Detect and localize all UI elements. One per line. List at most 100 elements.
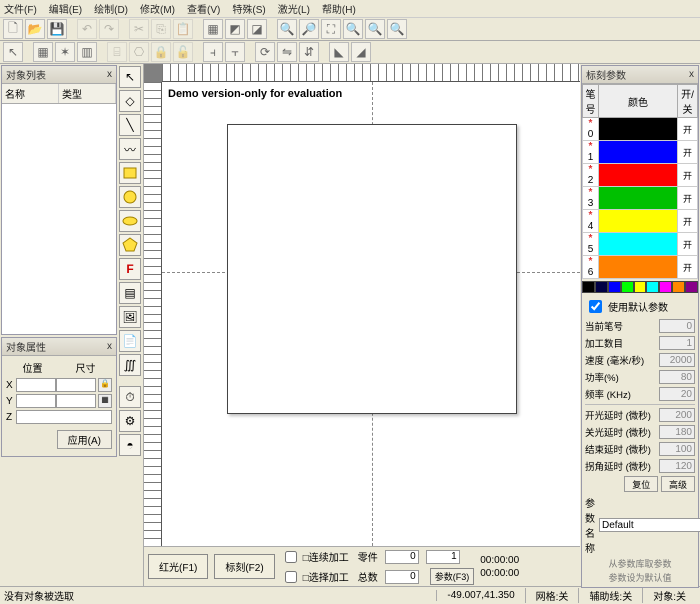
anchor-icon[interactable]: ▦ xyxy=(98,394,112,408)
ellipse-tool-icon[interactable] xyxy=(119,210,141,232)
reset-button[interactable]: 复位 xyxy=(624,476,658,492)
group-icon[interactable]: ⌸ xyxy=(107,42,127,62)
node-tool-icon[interactable]: ◇ xyxy=(119,90,141,112)
encoder-icon[interactable]: ◓ xyxy=(119,434,141,456)
open-icon[interactable]: 📂 xyxy=(25,19,45,39)
r-input[interactable] xyxy=(426,550,460,564)
timer-icon[interactable]: ⏱ xyxy=(119,386,141,408)
cut-icon[interactable]: ✂ xyxy=(129,19,149,39)
menu-view[interactable]: 查看(V) xyxy=(187,1,220,16)
freq-input[interactable] xyxy=(659,387,695,401)
snap-grid-icon[interactable]: ▦ xyxy=(33,42,53,62)
pen-row[interactable]: *6开 xyxy=(583,256,698,279)
color-swatch[interactable] xyxy=(582,281,595,293)
barcode-icon[interactable]: ∭ xyxy=(119,354,141,376)
snap-guide-icon[interactable]: ▥ xyxy=(77,42,97,62)
new-icon[interactable]: 🗋 xyxy=(3,19,23,39)
circle-tool-icon[interactable] xyxy=(119,186,141,208)
copy-icon[interactable]: ⎘ xyxy=(151,19,171,39)
color-swatch[interactable] xyxy=(646,281,659,293)
open-delay-input[interactable] xyxy=(659,408,695,422)
zoom-out-icon[interactable]: 🔎 xyxy=(299,19,319,39)
cur-pen-input[interactable] xyxy=(659,319,695,333)
paste-icon[interactable]: 📋 xyxy=(173,19,193,39)
menu-file[interactable]: 文件(F) xyxy=(4,1,37,16)
corner-delay-input[interactable] xyxy=(659,459,695,473)
undo-icon[interactable]: ↶ xyxy=(77,19,97,39)
select-from-lib-link[interactable]: 从参数库取参数 xyxy=(585,557,695,570)
tool-a-icon[interactable]: ◩ xyxy=(225,19,245,39)
pen-col-on[interactable]: 开/关 xyxy=(678,85,698,118)
close-icon[interactable]: x xyxy=(107,69,112,80)
hatch-icon[interactable]: ▦ xyxy=(203,19,223,39)
menu-edit[interactable]: 编辑(E) xyxy=(49,1,82,16)
red-light-button[interactable]: 红光(F1) xyxy=(148,554,208,579)
pen-row[interactable]: *5开 xyxy=(583,233,698,256)
color-swatch[interactable] xyxy=(608,281,621,293)
close-delay-input[interactable] xyxy=(659,425,695,439)
menu-draw[interactable]: 绘制(D) xyxy=(94,1,128,16)
end-delay-input[interactable] xyxy=(659,442,695,456)
object-list-body[interactable] xyxy=(2,104,116,334)
menu-laser[interactable]: 激光(L) xyxy=(278,1,310,16)
align-h-icon[interactable]: ⫞ xyxy=(203,42,223,62)
hatch-tool-icon[interactable]: ▤ xyxy=(119,282,141,304)
line-tool-icon[interactable]: ╲ xyxy=(119,114,141,136)
total-input[interactable] xyxy=(385,570,419,584)
close-icon[interactable]: x xyxy=(107,341,112,352)
image-tool-icon[interactable]: 🖼 xyxy=(119,306,141,328)
pen-row[interactable]: *1开 xyxy=(583,141,698,164)
pen-row[interactable]: *0开 xyxy=(583,118,698,141)
unlock-icon[interactable]: 🔓 xyxy=(173,42,193,62)
advanced-button[interactable]: 高级 xyxy=(661,476,695,492)
menu-help[interactable]: 帮助(H) xyxy=(322,1,356,16)
flip-a-icon[interactable]: ◣ xyxy=(329,42,349,62)
mirror-v-icon[interactable]: ⇵ xyxy=(299,42,319,62)
zoom-sel-icon[interactable]: 🔍 xyxy=(343,19,363,39)
selected-checkbox[interactable] xyxy=(285,571,297,583)
col-type[interactable]: 类型 xyxy=(59,84,116,103)
color-swatch[interactable] xyxy=(634,281,647,293)
lock-icon[interactable]: 🔒 xyxy=(151,42,171,62)
y-pos-input[interactable] xyxy=(16,394,56,408)
mark-button[interactable]: 标刻(F2) xyxy=(214,554,274,579)
loops-input[interactable] xyxy=(659,336,695,350)
x-pos-input[interactable] xyxy=(16,378,56,392)
io-icon[interactable]: ⚙ xyxy=(119,410,141,432)
snap-obj-icon[interactable]: ✶ xyxy=(55,42,75,62)
col-name[interactable]: 名称 xyxy=(2,84,59,103)
zoom-fit-icon[interactable]: ⛶ xyxy=(321,19,341,39)
color-swatch[interactable] xyxy=(672,281,685,293)
use-default-checkbox[interactable] xyxy=(589,300,602,313)
color-swatch[interactable] xyxy=(685,281,698,293)
pen-col-color[interactable]: 颜色 xyxy=(599,85,678,118)
zoom-page-icon[interactable]: 🔍 xyxy=(387,19,407,39)
text-tool-icon[interactable]: F xyxy=(119,258,141,280)
continuous-checkbox[interactable] xyxy=(285,551,297,563)
parts-input[interactable] xyxy=(385,550,419,564)
lock-aspect-icon[interactable]: 🔒 xyxy=(98,378,112,392)
param-name-input[interactable] xyxy=(599,518,700,532)
color-swatch[interactable] xyxy=(659,281,672,293)
color-swatch[interactable] xyxy=(595,281,608,293)
zoom-all-icon[interactable]: 🔍 xyxy=(365,19,385,39)
speed-input[interactable] xyxy=(659,353,695,367)
pointer-tool-icon[interactable]: ↖ xyxy=(119,66,141,88)
close-icon[interactable]: x xyxy=(689,69,694,80)
w-size-input[interactable] xyxy=(56,378,96,392)
save-icon[interactable]: 💾 xyxy=(47,19,67,39)
curve-tool-icon[interactable]: 〰 xyxy=(119,138,141,160)
polygon-tool-icon[interactable] xyxy=(119,234,141,256)
pen-row[interactable]: *2开 xyxy=(583,164,698,187)
rotate-icon[interactable]: ⟳ xyxy=(255,42,275,62)
mirror-h-icon[interactable]: ⇋ xyxy=(277,42,297,62)
pen-row[interactable]: *3开 xyxy=(583,187,698,210)
align-v-icon[interactable]: ⫟ xyxy=(225,42,245,62)
save-as-default-link[interactable]: 参数设为默认值 xyxy=(585,571,695,584)
zoom-in-icon[interactable]: 🔍 xyxy=(277,19,297,39)
ungroup-icon[interactable]: ⎔ xyxy=(129,42,149,62)
pen-row[interactable]: *4开 xyxy=(583,210,698,233)
menu-special[interactable]: 特殊(S) xyxy=(232,1,265,16)
color-swatch[interactable] xyxy=(621,281,634,293)
drawing-canvas[interactable]: Demo version-only for evaluation xyxy=(162,82,580,546)
